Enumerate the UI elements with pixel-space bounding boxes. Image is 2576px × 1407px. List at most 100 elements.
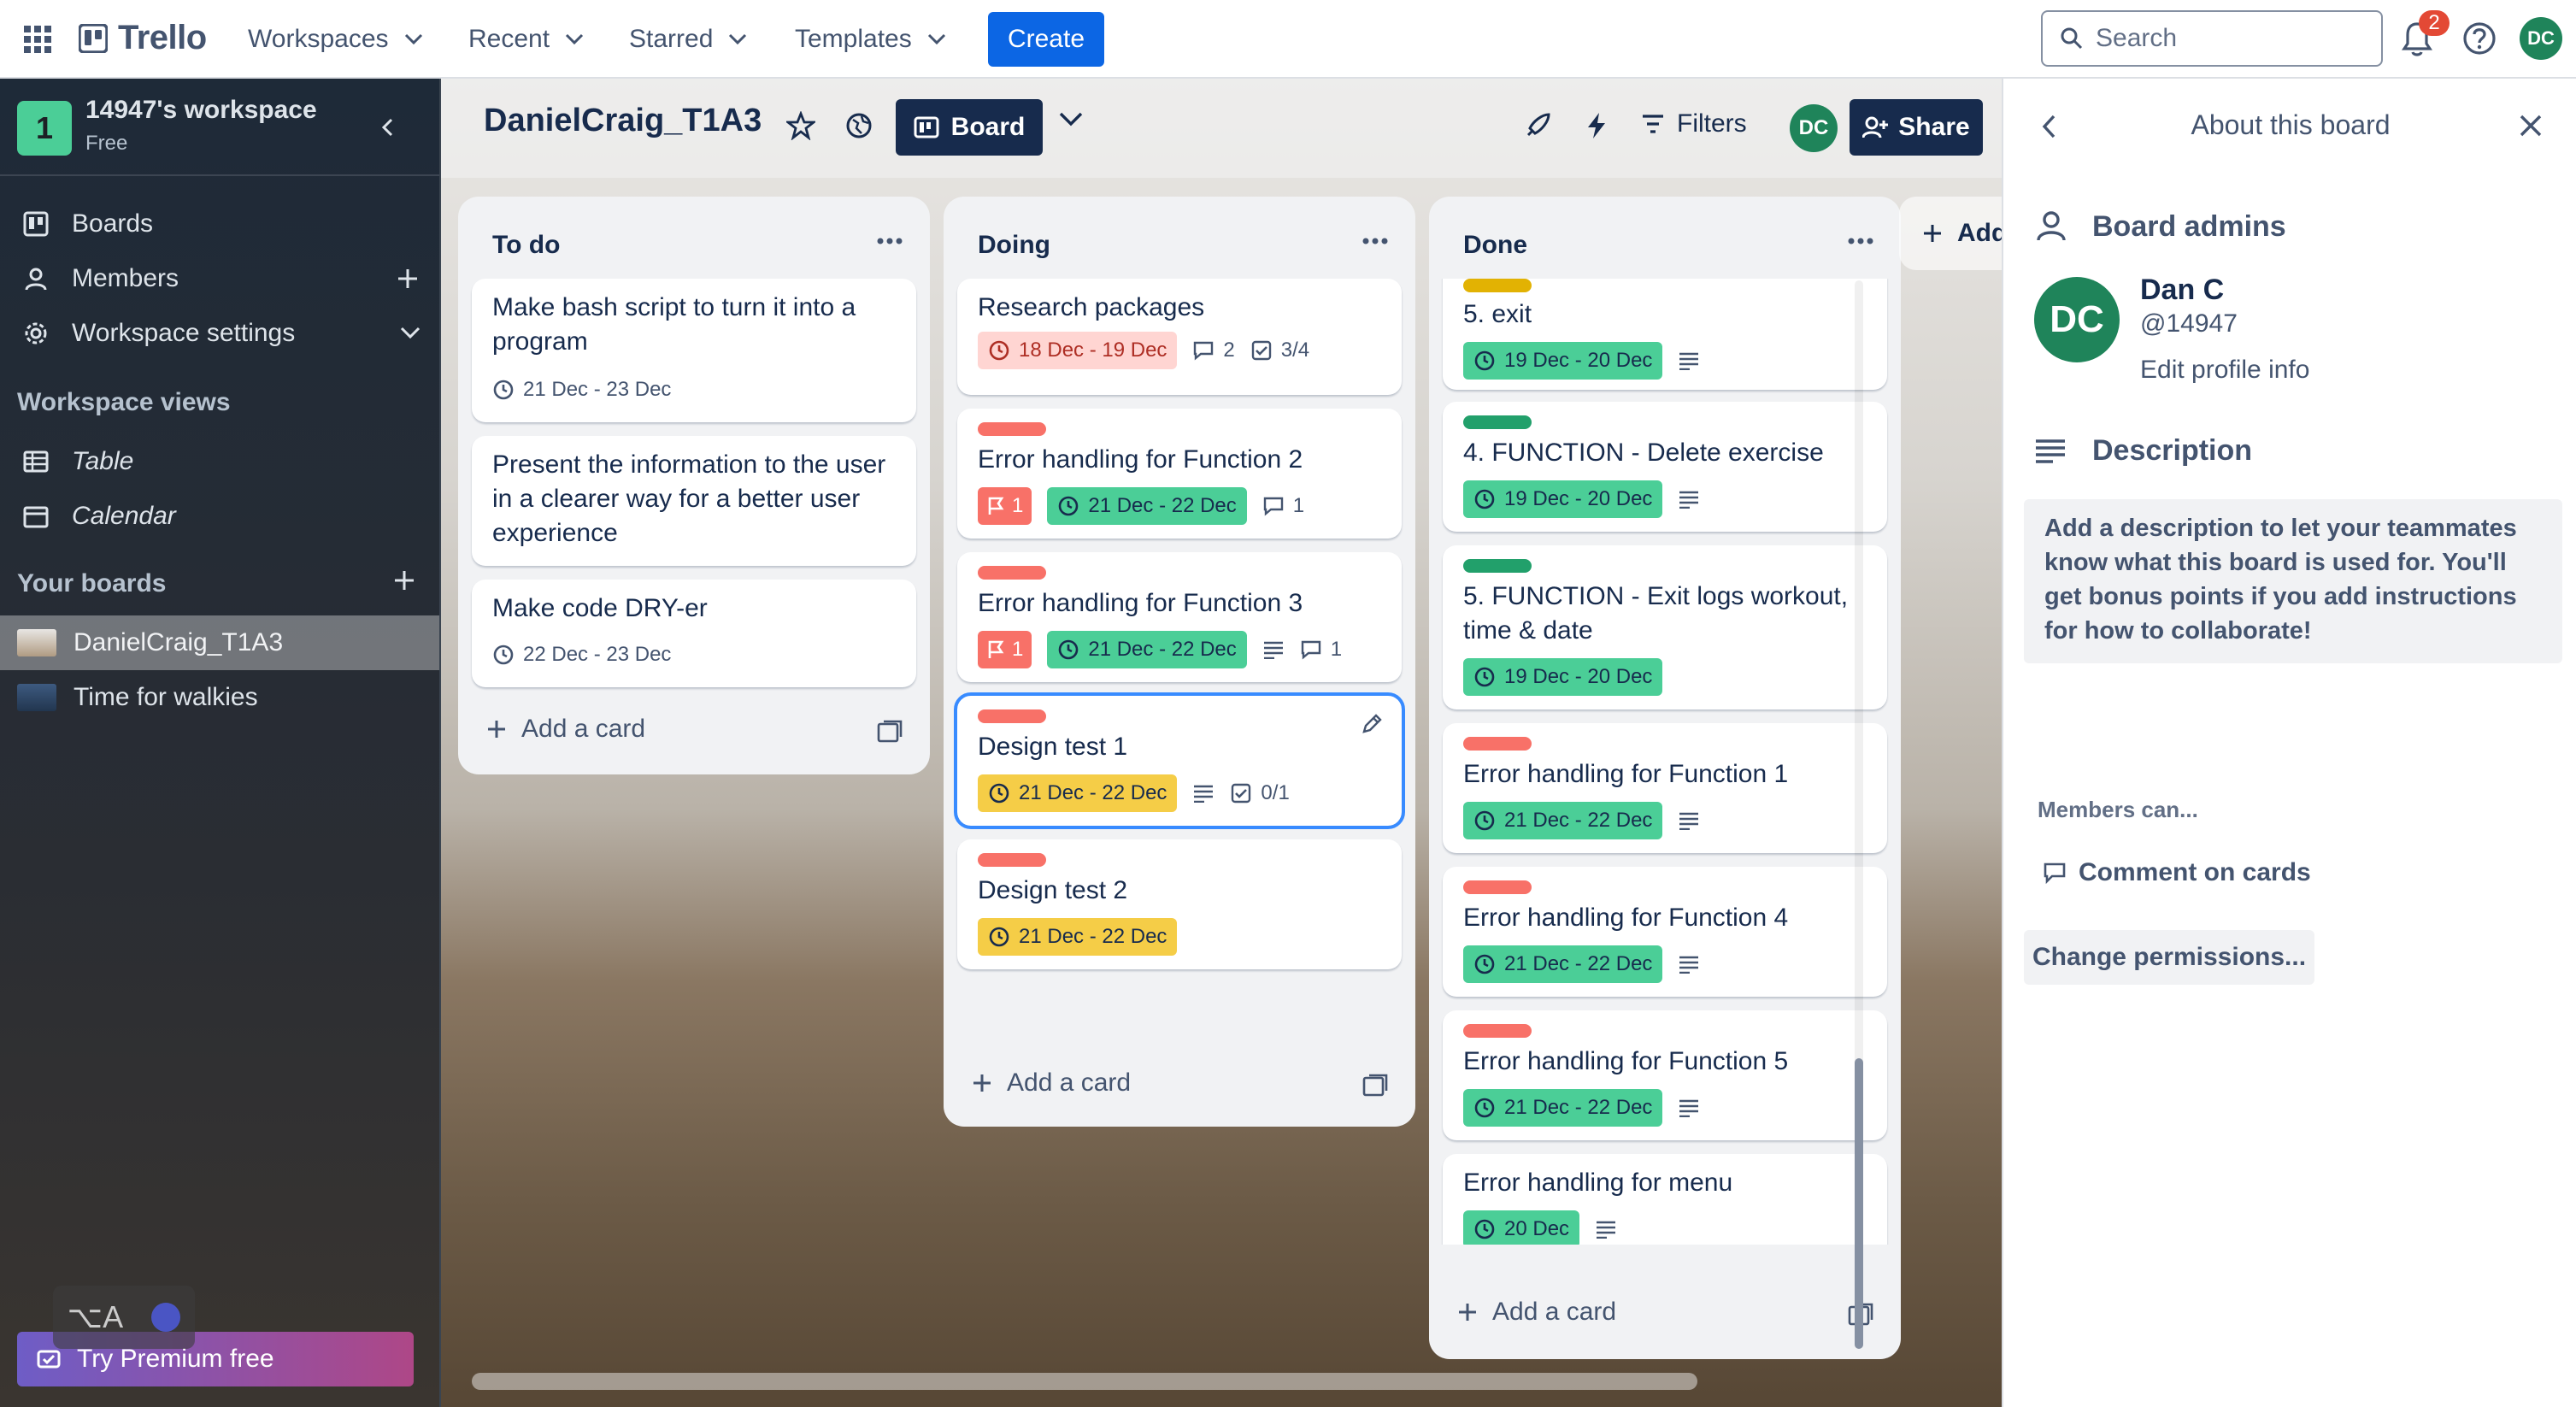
- user-avatar[interactable]: DC: [2520, 17, 2562, 60]
- due-date-badge[interactable]: 21 Dec - 22 Dec: [1463, 945, 1663, 983]
- card-error-handling-function-5[interactable]: Error handling for Function 5 21 Dec - 2…: [1443, 1010, 1887, 1140]
- add-card-button[interactable]: Add a card: [485, 715, 645, 744]
- card-label-red[interactable]: [1463, 737, 1532, 751]
- due-date-badge[interactable]: 19 Dec - 20 Dec: [1463, 480, 1663, 518]
- card-template-icon[interactable]: [1362, 1074, 1388, 1098]
- add-board-icon[interactable]: [391, 568, 417, 593]
- board-member-avatar[interactable]: DC: [1790, 104, 1838, 152]
- card-error-handling-function-2[interactable]: Error handling for Function 2 1 21 Dec -…: [957, 409, 1402, 539]
- list-menu-icon[interactable]: [1848, 238, 1873, 244]
- due-date-badge[interactable]: 19 Dec - 20 Dec: [1463, 342, 1663, 380]
- card-label-red[interactable]: [1463, 1024, 1532, 1038]
- card-label-red[interactable]: [978, 709, 1046, 723]
- card-design-test-2[interactable]: Design test 2 21 Dec - 22 Dec: [957, 839, 1402, 969]
- admin-avatar[interactable]: DC: [2034, 277, 2120, 362]
- card-label-green[interactable]: [1463, 415, 1532, 429]
- add-card-button[interactable]: Add a card: [971, 1068, 1131, 1098]
- sidebar-board-danielcraig[interactable]: DanielCraig_T1A3: [0, 615, 439, 670]
- card-exit[interactable]: 5. exit 19 Dec - 20 Dec: [1443, 279, 1887, 390]
- description-text-area[interactable]: Add a description to let your teammates …: [2024, 499, 2562, 663]
- close-icon[interactable]: [2518, 113, 2544, 138]
- card-function-delete-exercise[interactable]: 4. FUNCTION - Delete exercise 19 Dec - 2…: [1443, 402, 1887, 532]
- card-label-yellow[interactable]: [1463, 279, 1532, 292]
- add-card-label: Add a card: [1492, 1298, 1617, 1326]
- share-button[interactable]: Share: [1850, 99, 1983, 156]
- card-function-exit-logs[interactable]: 5. FUNCTION - Exit logs workout, time & …: [1443, 545, 1887, 709]
- card-research-packages[interactable]: Research packages 18 Dec - 19 Dec 2 3/4: [957, 279, 1402, 395]
- board-name: Time for walkies: [74, 683, 258, 711]
- due-date-badge[interactable]: 21 Dec - 22 Dec: [1463, 802, 1663, 839]
- board-horizontal-scrollbar[interactable]: [472, 1373, 1697, 1390]
- card-badges: 21 Dec - 22 Dec: [1463, 802, 1700, 839]
- add-list-button[interactable]: Add: [1899, 197, 2002, 270]
- due-date-badge[interactable]: 18 Dec - 19 Dec: [978, 332, 1178, 369]
- star-icon[interactable]: [786, 111, 815, 140]
- list-menu-icon[interactable]: [1362, 238, 1388, 244]
- card-label-red[interactable]: [978, 853, 1046, 867]
- workspaces-menu[interactable]: Workspaces: [248, 19, 423, 60]
- card-make-bash-script[interactable]: Make bash script to turn it into a progr…: [472, 279, 916, 422]
- due-date-badge[interactable]: 21 Dec - 23 Dec: [492, 371, 671, 409]
- card-make-code-dry[interactable]: Make code DRY-er 22 Dec - 23 Dec: [472, 580, 916, 687]
- list-menu-icon[interactable]: [877, 238, 903, 244]
- due-date-badge[interactable]: 21 Dec - 22 Dec: [1047, 487, 1247, 525]
- due-date-badge[interactable]: 21 Dec - 22 Dec: [1463, 1089, 1663, 1127]
- due-date-badge[interactable]: 21 Dec - 22 Dec: [1047, 631, 1247, 668]
- sidebar-item-members[interactable]: Members: [0, 251, 439, 306]
- card-error-handling-function-4[interactable]: Error handling for Function 4 21 Dec - 2…: [1443, 867, 1887, 997]
- board-title[interactable]: DanielCraig_T1A3: [484, 103, 762, 139]
- sidebar-item-table[interactable]: Table: [0, 434, 439, 489]
- vote-badge[interactable]: 1: [978, 487, 1032, 525]
- collapse-sidebar-button[interactable]: [368, 108, 407, 147]
- list-title[interactable]: Doing: [978, 231, 1050, 260]
- visibility-globe-icon[interactable]: [844, 111, 873, 140]
- power-ups-rocket-icon[interactable]: [1523, 111, 1552, 140]
- chevron-down-icon[interactable]: [400, 327, 421, 340]
- card-error-handling-menu[interactable]: Error handling for menu 20 Dec: [1443, 1154, 1887, 1245]
- due-date-badge[interactable]: 19 Dec - 20 Dec: [1463, 658, 1663, 696]
- recent-menu[interactable]: Recent: [468, 19, 584, 60]
- filters-button[interactable]: Filters: [1641, 109, 1747, 138]
- board-view-button[interactable]: Board: [896, 99, 1043, 156]
- scrollbar-thumb[interactable]: [1855, 1058, 1863, 1349]
- templates-menu[interactable]: Templates: [795, 19, 946, 60]
- help-icon[interactable]: [2461, 21, 2497, 56]
- add-card-button[interactable]: Add a card: [1456, 1298, 1616, 1327]
- card-error-handling-function-1[interactable]: Error handling for Function 1 21 Dec - 2…: [1443, 723, 1887, 853]
- app-switcher-icon[interactable]: [22, 24, 53, 55]
- create-button[interactable]: Create: [988, 12, 1104, 67]
- due-date-badge[interactable]: 20 Dec: [1463, 1210, 1580, 1245]
- list-title[interactable]: To do: [492, 231, 560, 260]
- automation-lightning-icon[interactable]: [1585, 111, 1609, 140]
- card-template-icon[interactable]: [877, 720, 903, 744]
- edit-profile-link[interactable]: Edit profile info: [2140, 356, 2309, 385]
- list-title[interactable]: Done: [1463, 231, 1527, 260]
- chevron-down-icon[interactable]: [1058, 111, 1084, 128]
- trello-logo[interactable]: Trello: [79, 19, 207, 57]
- add-member-icon[interactable]: [395, 266, 421, 291]
- done-list-scrollbar[interactable]: [1855, 280, 1863, 1349]
- card-label-red[interactable]: [1463, 880, 1532, 894]
- sidebar-item-calendar[interactable]: Calendar: [0, 489, 439, 544]
- due-date-badge[interactable]: 21 Dec - 22 Dec: [978, 918, 1178, 956]
- due-date-badge[interactable]: 21 Dec - 22 Dec: [978, 774, 1178, 812]
- card-error-handling-function-3[interactable]: Error handling for Function 3 1 21 Dec -…: [957, 552, 1402, 682]
- due-date-badge[interactable]: 22 Dec - 23 Dec: [492, 636, 671, 674]
- sidebar-item-boards[interactable]: Boards: [0, 197, 439, 251]
- card-design-test-1[interactable]: Design test 1 21 Dec - 22 Dec 0/1: [954, 692, 1405, 829]
- person-icon: [2034, 209, 2068, 243]
- vote-badge[interactable]: 1: [978, 631, 1032, 668]
- workspace-name[interactable]: 14947's workspace: [85, 96, 317, 125]
- starred-menu[interactable]: Starred: [629, 19, 747, 60]
- change-permissions-button[interactable]: Change permissions...: [2024, 930, 2314, 985]
- due-date-text: 21 Dec - 22 Dec: [1088, 638, 1237, 661]
- sidebar-item-label: Boards: [72, 209, 154, 238]
- card-label-red[interactable]: [978, 422, 1046, 436]
- card-present-information[interactable]: Present the information to the user in a…: [472, 436, 916, 566]
- sidebar-board-time-for-walkies[interactable]: Time for walkies: [0, 670, 439, 725]
- card-label-red[interactable]: [978, 566, 1046, 580]
- search-input[interactable]: Search: [2041, 10, 2383, 67]
- card-label-green[interactable]: [1463, 559, 1532, 573]
- sidebar-item-workspace-settings[interactable]: Workspace settings: [0, 306, 439, 361]
- boards-icon: [0, 211, 72, 237]
